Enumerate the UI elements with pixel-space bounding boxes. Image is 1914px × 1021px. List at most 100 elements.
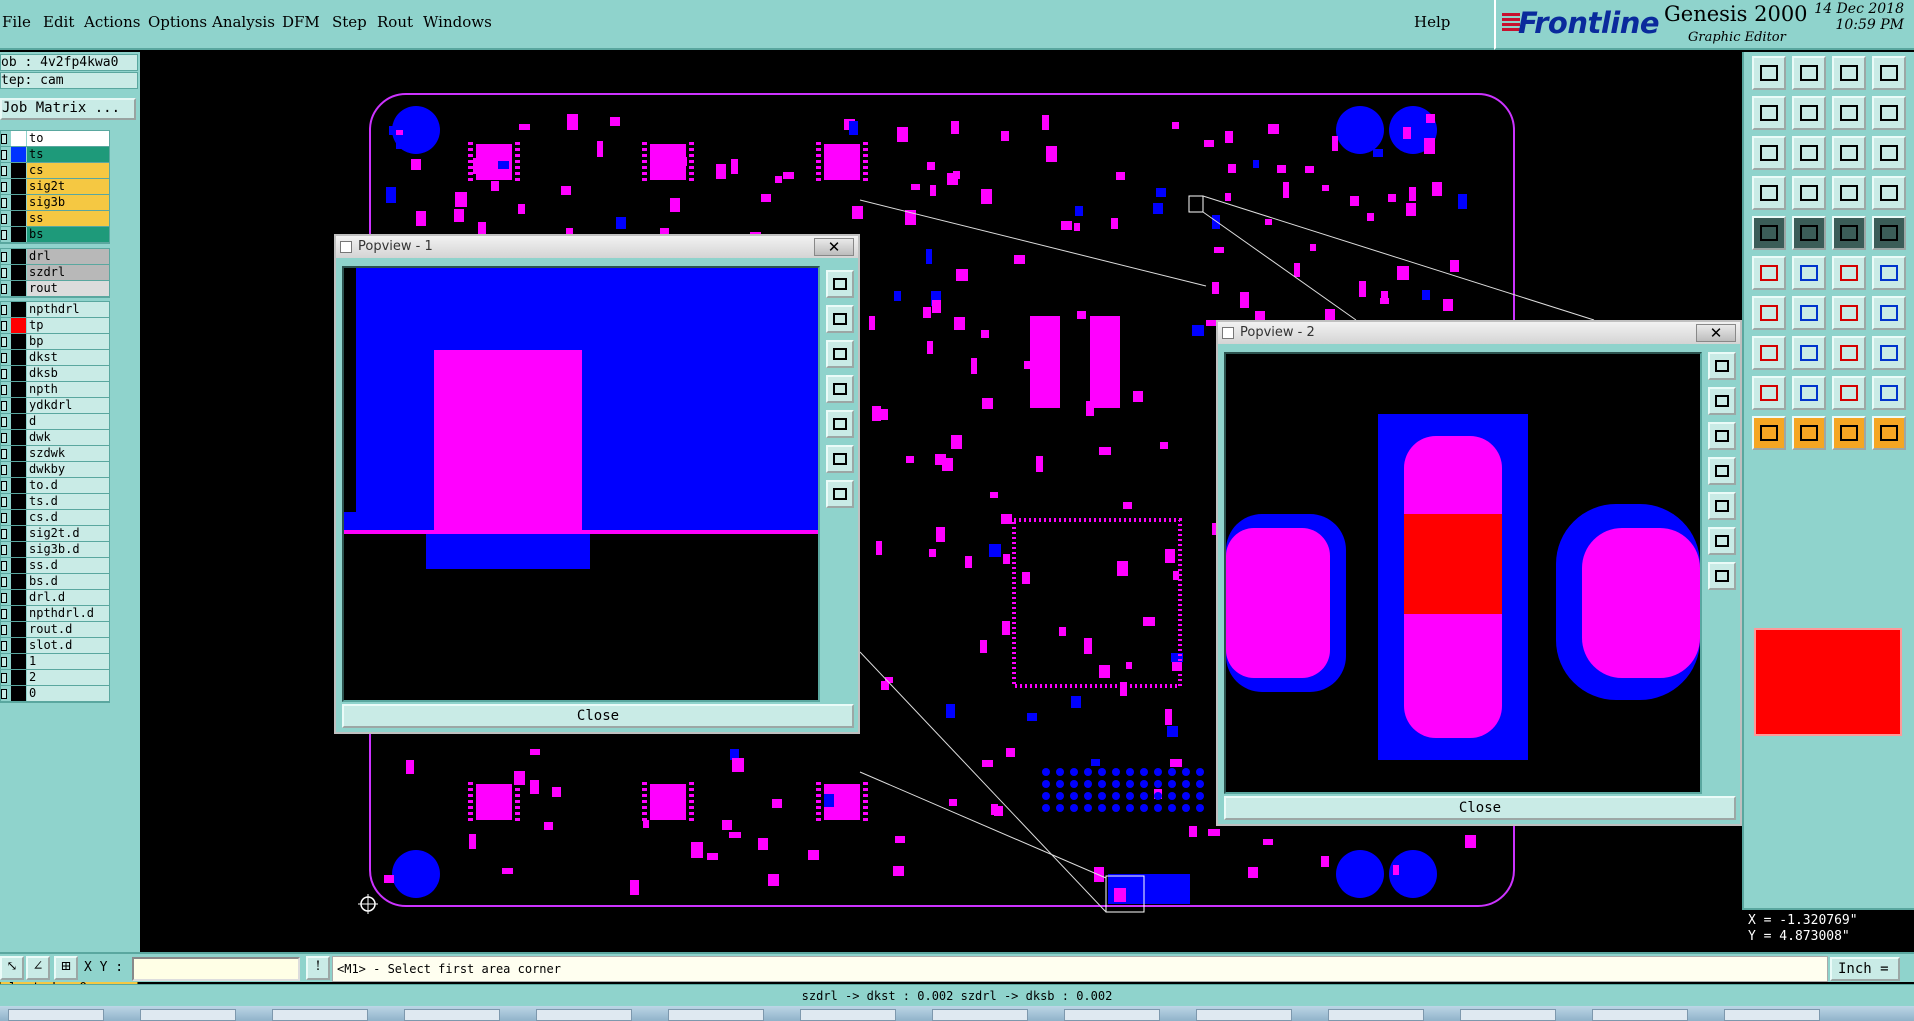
layer-row[interactable]: d (1, 414, 109, 430)
layer-color-swatch[interactable] (11, 414, 26, 429)
layer-row[interactable]: sig3b (1, 195, 109, 211)
job-matrix-button[interactable]: Job Matrix ... (0, 98, 136, 120)
layer-row[interactable]: szdrl (1, 265, 109, 281)
taskbar-item[interactable] (8, 1009, 104, 1021)
layer-color-swatch[interactable] (11, 302, 26, 317)
taskbar-item[interactable] (1328, 1009, 1424, 1021)
layer-color-swatch[interactable] (11, 147, 26, 162)
minus-icon[interactable] (1792, 336, 1826, 370)
layer-row[interactable]: ydkdrl (1, 398, 109, 414)
layer-color-swatch[interactable] (11, 281, 26, 296)
menu-edit[interactable]: Edit (43, 13, 74, 31)
layer-color-swatch[interactable] (11, 606, 26, 621)
layer-color-swatch[interactable] (11, 478, 26, 493)
popview-1-titlebar[interactable]: Popview - 1 ✕ (336, 236, 858, 258)
zoom-area-icon[interactable] (1792, 136, 1826, 170)
layer-row[interactable]: drl (1, 249, 109, 265)
layer-checkbox[interactable] (1, 321, 7, 331)
layer-name[interactable]: ts (27, 147, 109, 162)
layer-name[interactable]: sig2t.d (27, 526, 109, 541)
pan-left-icon[interactable] (1708, 457, 1736, 485)
pan-right-icon[interactable] (826, 410, 854, 438)
layer-checkbox[interactable] (1, 673, 7, 683)
taskbar-item[interactable] (800, 1009, 896, 1021)
layer-checkbox[interactable] (1, 417, 7, 427)
layer-checkbox[interactable] (1, 150, 7, 160)
layer-row[interactable]: rout.d (1, 622, 109, 638)
layer-color-swatch[interactable] (11, 542, 26, 557)
layer-row[interactable]: 0 (1, 686, 109, 702)
layer-row[interactable]: 1 (1, 654, 109, 670)
triangle2-icon[interactable] (1792, 376, 1826, 410)
layer-checkbox[interactable] (1, 593, 7, 603)
select3-icon[interactable] (1832, 416, 1866, 450)
angle-icon[interactable]: ∠ (26, 956, 50, 980)
line-icon[interactable] (1792, 216, 1826, 250)
taskbar-item[interactable] (1196, 1009, 1292, 1021)
ratio-icon[interactable] (1832, 136, 1866, 170)
layer-name[interactable]: dwkby (27, 462, 109, 477)
layer-color-swatch[interactable] (11, 382, 26, 397)
snap-icon[interactable]: ⤡ (0, 956, 24, 980)
layer-checkbox[interactable] (1, 449, 7, 459)
center-icon[interactable] (826, 480, 854, 508)
layer-color-swatch[interactable] (11, 494, 26, 509)
zoom-home-icon[interactable] (826, 270, 854, 298)
layer-name[interactable]: bp (27, 334, 109, 349)
layer-checkbox[interactable] (1, 609, 7, 619)
pad-icon[interactable] (1752, 216, 1786, 250)
layer-checkbox[interactable] (1, 641, 7, 651)
layer-checkbox[interactable] (1, 513, 7, 523)
layer-checkbox[interactable] (1, 561, 7, 571)
layer-checkbox[interactable] (1, 134, 7, 144)
taskbar-item[interactable] (1460, 1009, 1556, 1021)
layer-color-swatch[interactable] (11, 670, 26, 685)
layer-name[interactable]: ss (27, 211, 109, 226)
layer-checkbox[interactable] (1, 182, 7, 192)
layer-row[interactable]: to.d (1, 478, 109, 494)
layer-row[interactable]: ss.d (1, 558, 109, 574)
layer-row[interactable]: tp (1, 318, 109, 334)
select-icon[interactable] (1752, 416, 1786, 450)
xy-input[interactable] (132, 957, 300, 981)
layer-checkbox[interactable] (1, 577, 7, 587)
taskbar-item[interactable] (1592, 1009, 1688, 1021)
layer-color-swatch[interactable] (11, 638, 26, 653)
angle-icon[interactable] (1752, 296, 1786, 330)
layer-color-swatch[interactable] (11, 430, 26, 445)
layer-name[interactable]: to.d (27, 478, 109, 493)
layer-checkbox[interactable] (1, 284, 7, 294)
popview-2-close-icon[interactable]: ✕ (1696, 324, 1736, 342)
layer-row[interactable]: cs.d (1, 510, 109, 526)
window-icon[interactable] (1872, 56, 1906, 90)
taskbar-item[interactable] (140, 1009, 236, 1021)
layer-name[interactable]: 2 (27, 670, 109, 685)
layer-checkbox[interactable] (1, 230, 7, 240)
layer-checkbox[interactable] (1, 401, 7, 411)
undo-icon[interactable] (1832, 96, 1866, 130)
pan-left-icon[interactable] (826, 375, 854, 403)
taskbar-item[interactable] (404, 1009, 500, 1021)
menu-windows[interactable]: Windows (423, 13, 492, 31)
layer-name[interactable]: dkst (27, 350, 109, 365)
taskbar-item[interactable] (668, 1009, 764, 1021)
taskbar-item[interactable] (272, 1009, 368, 1021)
connect-icon[interactable] (1752, 256, 1786, 290)
pan-right-icon[interactable] (1708, 492, 1736, 520)
layer-color-swatch[interactable] (11, 318, 26, 333)
layer-checkbox[interactable] (1, 369, 7, 379)
layer-color-swatch[interactable] (11, 227, 26, 242)
layer-row[interactable]: dwk (1, 430, 109, 446)
flip-icon[interactable] (1872, 296, 1906, 330)
layer-name[interactable]: ydkdrl (27, 398, 109, 413)
menu-dfm[interactable]: DFM (282, 13, 320, 31)
popview-2-titlebar[interactable]: Popview - 2 ✕ (1218, 322, 1740, 344)
layer-row[interactable]: ss (1, 211, 109, 227)
layer-name[interactable]: sig3b (27, 195, 109, 210)
menu-step[interactable]: Step (332, 13, 367, 31)
layer-color-swatch[interactable] (11, 526, 26, 541)
layers-icon[interactable] (1832, 176, 1866, 210)
layer-color-swatch[interactable] (11, 398, 26, 413)
layer-row[interactable]: npthdrl (1, 302, 109, 318)
layer-row[interactable]: drl.d (1, 590, 109, 606)
